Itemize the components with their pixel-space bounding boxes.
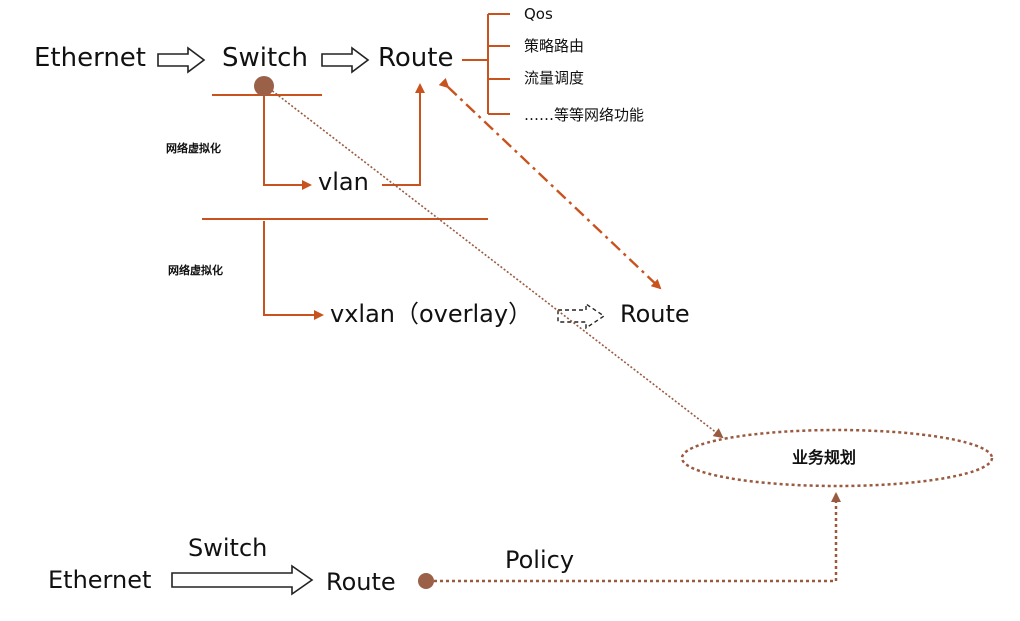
bottom-route-label: Route — [326, 568, 396, 596]
dotted-switch-to-planning — [265, 85, 724, 439]
virtualization-label-2: 网络虚拟化 — [168, 264, 223, 277]
vlan-label: vlan — [318, 168, 369, 196]
connector-switch-vlan — [263, 86, 312, 190]
hollow-arrow-ethernet-switch — [157, 46, 206, 74]
feature-qos: Qos — [524, 5, 553, 23]
policy-label: Policy — [505, 546, 575, 574]
vxlan-route-label: Route — [620, 300, 690, 328]
bottom-switch-label: Switch — [188, 534, 268, 562]
virtualization-label-1: 网络虚拟化 — [166, 142, 221, 155]
feature-traffic-scheduling: 流量调度 — [524, 69, 585, 87]
route-label: Route — [378, 43, 454, 73]
planning-label: 业务规划 — [792, 448, 857, 467]
switch-node — [254, 76, 274, 96]
connector-vlan-route — [382, 83, 425, 186]
feature-bracket — [462, 13, 510, 115]
route-node — [418, 573, 434, 589]
hollow-arrow-switch-route — [321, 46, 370, 74]
vxlan-label: vxlan（overlay） — [330, 300, 533, 328]
connector-to-vxlan — [263, 221, 324, 320]
switch-label: Switch — [222, 43, 308, 73]
bottom-ethernet-label: Ethernet — [48, 566, 152, 594]
feature-policy-routing: 策略路由 — [524, 37, 585, 55]
dotted-policy-to-planning — [428, 492, 841, 583]
ethernet-label: Ethernet — [34, 43, 146, 73]
feature-etc: ……等等网络功能 — [524, 106, 645, 124]
hollow-arrow-bottom — [171, 564, 314, 596]
